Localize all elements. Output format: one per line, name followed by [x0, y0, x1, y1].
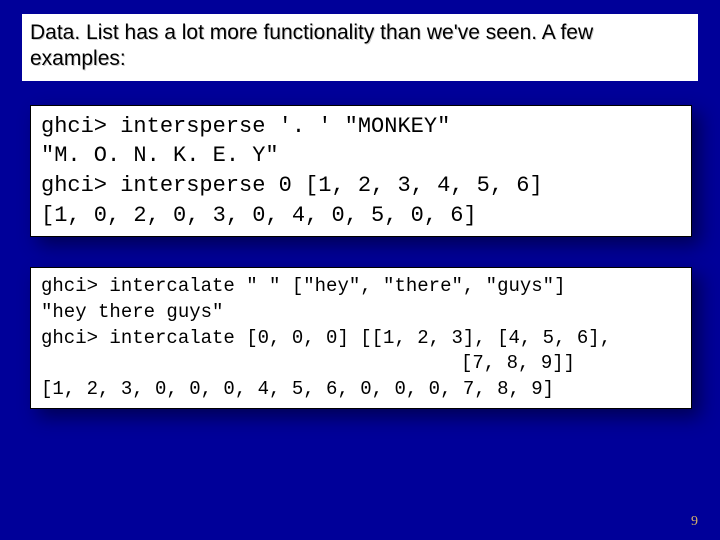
code-line: "M. O. N. K. E. Y"	[41, 141, 681, 171]
code-line: ghci> intercalate [0, 0, 0] [[1, 2, 3], …	[41, 326, 681, 352]
slide-heading: Data. List has a lot more functionality …	[22, 14, 698, 81]
code-box-intersperse: ghci> intersperse '. ' "MONKEY" "M. O. N…	[30, 105, 692, 238]
code-line: ghci> intercalate " " ["hey", "there", "…	[41, 274, 681, 300]
code-line: ghci> intersperse '. ' "MONKEY"	[41, 112, 681, 142]
code-line: [1, 2, 3, 0, 0, 0, 4, 5, 6, 0, 0, 0, 7, …	[41, 377, 681, 403]
code-line: [7, 8, 9]]	[41, 351, 681, 377]
page-number: 9	[691, 514, 698, 530]
code-line: ghci> intersperse 0 [1, 2, 3, 4, 5, 6]	[41, 171, 681, 201]
code-line: "hey there guys"	[41, 300, 681, 326]
slide: Data. List has a lot more functionality …	[0, 0, 720, 540]
code-box-intercalate: ghci> intercalate " " ["hey", "there", "…	[30, 267, 692, 409]
code-line: [1, 0, 2, 0, 3, 0, 4, 0, 5, 0, 6]	[41, 201, 681, 231]
